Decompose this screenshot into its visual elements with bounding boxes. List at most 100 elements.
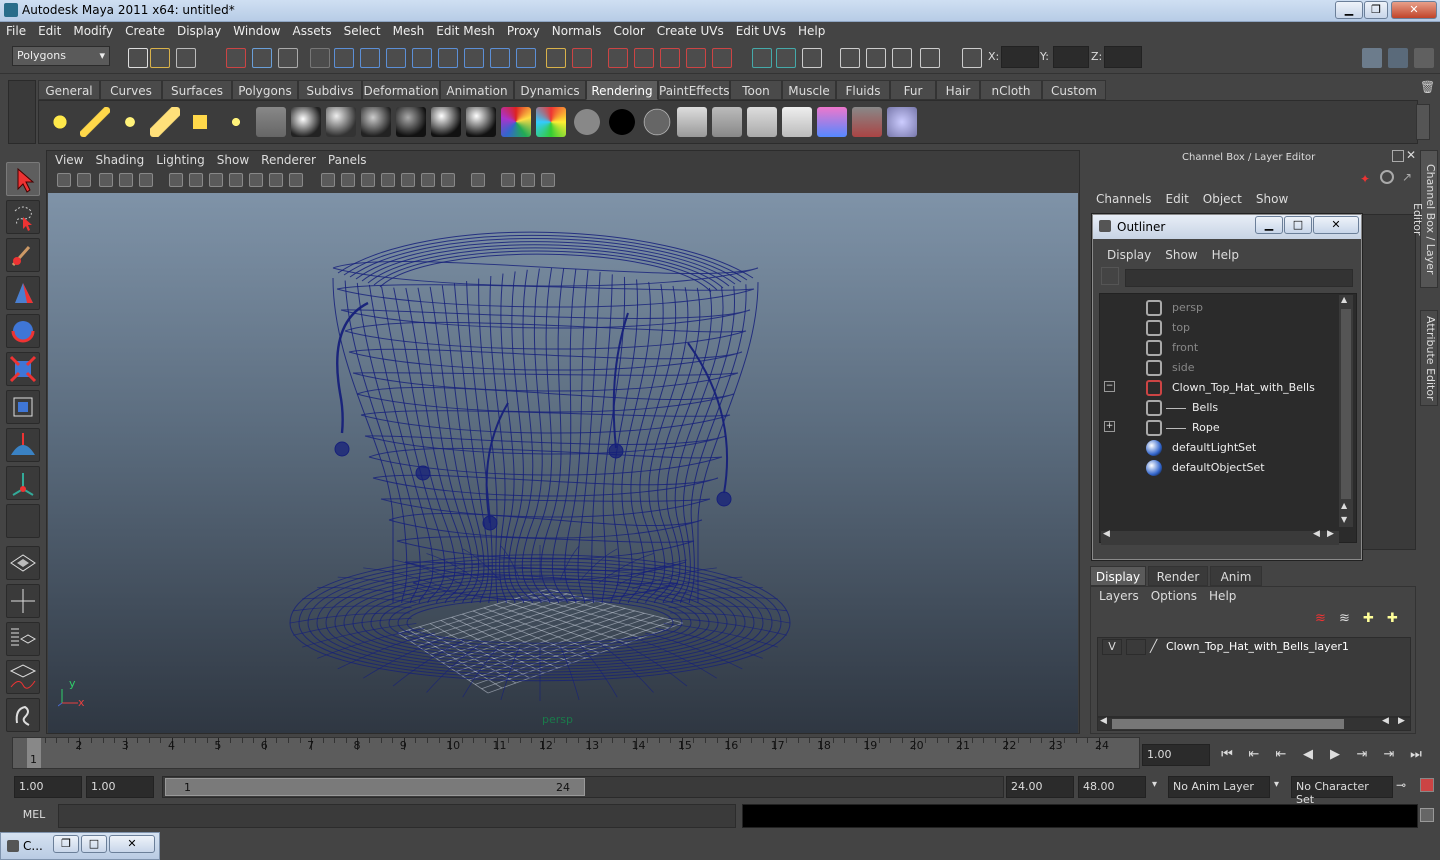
mask-dropdown-icon[interactable] [310,48,330,68]
textured-icon[interactable] [381,173,395,187]
layer-tab-anim[interactable]: Anim [1210,566,1262,586]
outliner-maximize-button[interactable]: □ [1284,216,1312,234]
sidebar-icon[interactable] [776,48,796,68]
point-light-icon[interactable] [115,107,146,137]
outliner-menu-help[interactable]: Help [1212,248,1239,262]
lock-icon[interactable] [546,48,566,68]
last-tool-used-icon[interactable] [6,504,40,538]
hypershade-layout-icon[interactable] [6,698,40,732]
close-button[interactable]: ✕ [1391,1,1437,19]
outliner-item-defaultobjectset[interactable]: defaultObjectSet [1100,458,1340,478]
select-by-object-icon[interactable] [252,48,272,68]
menu-display[interactable]: Display [171,22,227,38]
tab-deformation[interactable]: Deformation [362,80,440,100]
maximize-button[interactable]: ❐ [1364,1,1388,19]
layered-shader-icon[interactable] [501,107,532,137]
menu-edit-mesh[interactable]: Edit Mesh [430,22,501,38]
tab-toon[interactable]: Toon [730,80,782,100]
animation-start-field[interactable]: 1.00 [14,776,82,798]
character-set-dropdown[interactable]: No Character Set [1291,776,1393,806]
transform-field-icon[interactable] [962,48,982,68]
scroll-thumb[interactable] [1112,719,1344,729]
wireframe-on-shaded-icon[interactable] [361,173,375,187]
tab-subdivs[interactable]: Subdivs [298,80,362,100]
range-slider-handle[interactable]: 1 24 [165,778,585,796]
isolate-select-icon[interactable] [471,173,485,187]
tab-animation[interactable]: Animation [440,80,514,100]
scroll-left-arrow-icon[interactable]: ◀ [1100,716,1107,726]
directional-light-icon[interactable] [80,107,111,137]
menu-file[interactable]: File [0,22,32,38]
time-slider[interactable]: 1234567891011121314151617181920212223241 [12,737,1140,769]
tab-painteffects[interactable]: PaintEffects [658,80,730,100]
menu-proxy[interactable]: Proxy [501,22,546,38]
tab-custom[interactable]: Custom [1042,80,1106,100]
ramp-shader-icon[interactable] [466,107,497,137]
snap-to-plane-icon[interactable] [412,48,432,68]
tab-curves[interactable]: Curves [100,80,162,100]
new-layer-from-selected-icon[interactable]: ≋ [1315,611,1326,626]
volume-light-icon[interactable] [220,107,251,137]
viewport-menu-lighting[interactable]: Lighting [156,153,205,167]
viewport-menu-panels[interactable]: Panels [328,153,367,167]
close-panel-icon[interactable]: ✕ [1406,148,1416,162]
layer-color-icon[interactable]: ╱ [1150,639,1166,655]
layer-menu-help[interactable]: Help [1209,589,1236,603]
menu-create[interactable]: Create [119,22,171,38]
expand-icon[interactable]: + [1104,421,1115,432]
outliner-vertical-scrollbar[interactable]: ▲ ▲ ▼ [1339,295,1353,527]
step-forward-key-icon[interactable]: ⇥ [1378,744,1400,766]
snap-to-grid-icon[interactable] [334,48,354,68]
tab-attribute-editor[interactable]: Attribute Editor [1420,310,1438,406]
outliner-item-persp[interactable]: persp [1100,298,1340,318]
tab-surfaces[interactable]: Surfaces [162,80,232,100]
menu-select[interactable]: Select [338,22,387,38]
hyper-edit-icon[interactable]: ↗ [1402,170,1412,184]
move-tool-icon[interactable] [6,276,40,310]
tab-hair[interactable]: Hair [936,80,980,100]
move-layer-down-icon[interactable]: ✚ [1387,611,1398,626]
input-ops-icon[interactable] [802,48,822,68]
attribute-editor-toggle-icon[interactable] [1388,48,1408,68]
collapse-icon[interactable]: − [1104,381,1115,392]
layer-visibility-toggle[interactable]: V [1102,639,1122,655]
select-highlight-icon[interactable] [572,48,592,68]
outliner-menu-display[interactable]: Display [1107,248,1151,262]
show-manipulator-icon[interactable] [6,466,40,500]
surface-shader-icon[interactable] [536,107,567,137]
universal-manipulator-icon[interactable] [6,390,40,424]
sequence-icon[interactable] [866,48,886,68]
current-frame-marker[interactable]: 1 [27,738,41,768]
render-view-icon[interactable] [782,107,813,137]
outliner-item-defaultlightset[interactable]: defaultLightSet [1100,438,1340,458]
scroll-right-arrow-icon[interactable]: ▶ [1327,529,1334,539]
safe-action-icon[interactable] [269,173,283,187]
channel-menu-object[interactable]: Object [1203,192,1242,206]
anim-layer-dropdown[interactable]: No Anim Layer [1168,776,1270,798]
paint-brush-icon[interactable] [887,107,918,137]
outliner-item-rope[interactable]: + Rope [1100,418,1340,438]
persp-outliner-layout-icon[interactable] [6,622,40,656]
maximize-button[interactable]: □ [81,835,107,853]
scale-tool-icon[interactable] [6,352,40,386]
current-time-field[interactable]: 1.00 [1142,744,1210,766]
camera-view-icon[interactable] [840,48,860,68]
outliner-item-clown-top-hat-with-bells[interactable]: − Clown_Top_Hat_with_Bells [1100,378,1340,398]
speed-icon[interactable] [1380,170,1394,184]
grid-icon[interactable] [169,173,183,187]
step-forward-frame-icon[interactable]: ⇥ [1351,744,1373,766]
chevron-down-icon[interactable]: ▾ [1152,779,1157,790]
render-current-frame-icon[interactable] [608,48,628,68]
scroll-down-arrow-icon[interactable]: ▼ [1341,515,1347,524]
ocean-shader-icon[interactable] [606,107,637,137]
step-back-frame-icon[interactable]: ⇤ [1270,744,1292,766]
scroll-left-arrow-icon[interactable]: ◀ [1313,529,1320,539]
minimize-button[interactable]: ▁ [1335,1,1363,19]
menu-create-uvs[interactable]: Create UVs [651,22,730,38]
snap-to-point-icon[interactable] [386,48,406,68]
menu-edit[interactable]: Edit [32,22,67,38]
render-settings-icon[interactable] [660,48,680,68]
channel-menu-show[interactable]: Show [1256,192,1288,206]
key-icon[interactable]: ⊸ [1396,778,1406,792]
layer-name[interactable]: Clown_Top_Hat_with_Bells_layer1 [1166,640,1349,653]
